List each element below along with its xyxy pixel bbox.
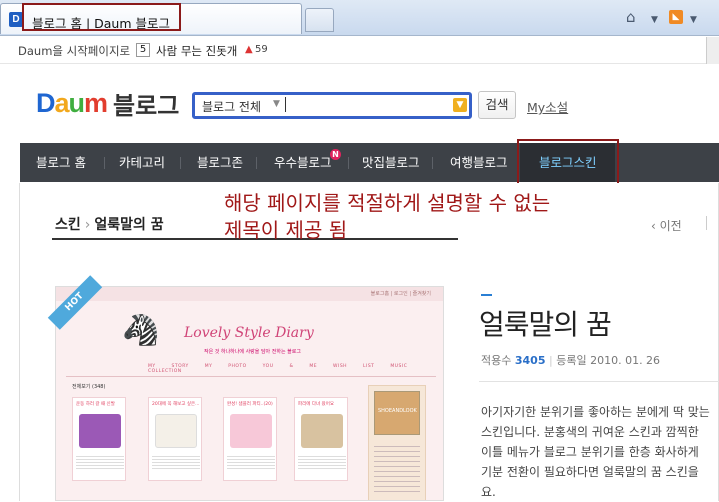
set-homepage-link[interactable]: Daum을 시작페이지로 bbox=[18, 43, 130, 59]
trend-count: 59 bbox=[255, 44, 268, 55]
breadcrumb-current: 얼룩말의 꿈 bbox=[94, 217, 164, 233]
new-badge: N bbox=[330, 149, 341, 160]
preview-title: Lovely Style Diary bbox=[184, 325, 314, 341]
portal-bar: Daum을 시작페이지로 5 사람 무는 진돗개 ▲ 59 bbox=[0, 37, 719, 64]
register-date: 2010. 01. 26 bbox=[590, 354, 661, 367]
nav-item-travel-blog[interactable]: 여행블로그 bbox=[450, 143, 508, 182]
nav-item-best-blog[interactable]: 우수블로그 bbox=[274, 143, 332, 182]
preview-card-image bbox=[79, 414, 121, 448]
title-accent-bar bbox=[481, 294, 492, 296]
meta-divider bbox=[479, 381, 719, 382]
preview-card: 파리에 다녀 왔어요 bbox=[294, 397, 348, 481]
dropdown-arrow-icon[interactable]: ▼ bbox=[690, 11, 697, 29]
skin-description: 아기자기한 분위기를 좋아하는 분에게 딱 맞는 스킨입니다. 분홍색의 귀여운… bbox=[481, 402, 719, 502]
dropdown-arrow-icon[interactable]: ▼ bbox=[651, 11, 658, 29]
preview-card-text bbox=[298, 454, 346, 470]
preview-menu-item: MY PHOTO bbox=[204, 364, 247, 369]
daum-logo-a: a bbox=[54, 87, 70, 118]
scrollbar[interactable] bbox=[706, 37, 719, 64]
preview-list-heading: 전체보기 (348) bbox=[72, 384, 106, 390]
preview-card-image bbox=[230, 414, 272, 448]
preview-divider bbox=[66, 376, 436, 377]
nav-item-food-blog[interactable]: 맛집블로그 bbox=[362, 143, 420, 182]
nav-item-category[interactable]: 카테고리 bbox=[119, 143, 165, 182]
search-input[interactable]: 블로그 전체 ▼ ▼ bbox=[192, 92, 472, 119]
trending-keyword-link[interactable]: 사람 무는 진돗개 bbox=[156, 43, 237, 59]
preview-top-nav: 블로그홈 | 로그인 | 즐겨찾기 bbox=[370, 291, 431, 297]
description-line: 이틀 메뉴가 블로그 분위기를 한층 화사하게 bbox=[481, 445, 699, 459]
annotation-highlight-tab bbox=[22, 3, 181, 31]
preview-side-label: SHOEANDLOOK bbox=[378, 408, 417, 414]
search-scope-select[interactable]: 블로그 전체 bbox=[202, 98, 261, 115]
skin-meta: 적용수 3405 | 등록일 2010. 01. 26 bbox=[481, 354, 661, 367]
preview-menu-item: YOU & ME bbox=[262, 364, 318, 369]
preview-side-text bbox=[374, 442, 420, 492]
daum-blog-logo[interactable]: D a u m 블로그 bbox=[36, 87, 180, 120]
breadcrumb-skin-link[interactable]: 스킨 bbox=[55, 217, 81, 233]
preview-card-text bbox=[152, 454, 200, 470]
search-suggest-toggle-icon[interactable]: ▼ bbox=[453, 98, 467, 112]
preview-card: 완성! 샘플러 파티..(20) bbox=[223, 397, 277, 481]
preview-card-image bbox=[155, 414, 197, 448]
apply-count: 3405 bbox=[514, 354, 546, 367]
description-line: 요. bbox=[481, 485, 496, 499]
daum-logo-m: m bbox=[84, 87, 108, 118]
skin-title: 얼룩말의 꿈 bbox=[479, 308, 612, 341]
breadcrumb: 스킨 › 얼룩말의 꿈 bbox=[55, 214, 164, 234]
preview-card-text bbox=[76, 454, 124, 470]
description-line: 기분 전환이 필요하다면 얼룩말의 꿈 스킨을 bbox=[481, 465, 699, 479]
logo-blog-text: 블로그 bbox=[113, 91, 180, 120]
nav-divider bbox=[180, 157, 181, 169]
preview-card: 운동 하러 갈 때 신발 bbox=[72, 397, 126, 481]
annotation-line-2: 제목이 제공 됨 bbox=[224, 218, 348, 242]
preview-subtitle: 작은 것 하나하나에 사랑을 담아 전하는 블로그 bbox=[204, 349, 301, 355]
preview-sidebar: SHOEANDLOOK bbox=[368, 385, 426, 500]
preview-card-title: 운동 하러 갈 때 신발 bbox=[76, 402, 115, 407]
chevron-right-icon: › bbox=[84, 217, 91, 233]
preview-card: 20대에 꼭 해보고 싶은... bbox=[148, 397, 202, 481]
annotation-highlight-nav bbox=[517, 139, 619, 187]
preview-card-title: 파리에 다녀 왔어요 bbox=[298, 402, 334, 407]
trend-up-arrow-icon: ▲ bbox=[245, 44, 253, 55]
my-novel-link[interactable]: My소설 bbox=[527, 97, 568, 116]
rss-icon[interactable]: ◣ bbox=[669, 10, 683, 24]
preview-card-title: 완성! 샘플러 파티..(20) bbox=[227, 402, 273, 407]
nav-divider bbox=[256, 157, 257, 169]
daum-logo-u: u bbox=[68, 87, 85, 118]
daum-logo-d: D bbox=[36, 87, 55, 118]
preview-side-card: SHOEANDLOOK bbox=[374, 391, 420, 435]
preview-card-title: 20대에 꼭 해보고 싶은... bbox=[152, 402, 200, 407]
daum-favicon-icon: D bbox=[9, 12, 23, 27]
annotation-line-1: 해당 페이지를 적절하게 설명할 수 없는 bbox=[224, 191, 551, 215]
nav-divider bbox=[104, 157, 105, 169]
preview-menu: MY STORY MY PHOTO YOU & ME WISH LIST MUS… bbox=[148, 364, 408, 374]
pager-divider bbox=[706, 216, 707, 230]
new-tab-button[interactable] bbox=[305, 8, 334, 32]
pegasus-icon: 🦓 bbox=[122, 313, 160, 348]
search-button[interactable]: 검색 bbox=[478, 91, 516, 119]
chevron-down-icon[interactable]: ▼ bbox=[273, 99, 280, 109]
apply-count-label: 적용수 bbox=[481, 354, 512, 367]
text-caret bbox=[285, 97, 286, 112]
preview-card-image bbox=[301, 414, 343, 448]
annotation-note: 해당 페이지를 적절하게 설명할 수 없는 제목이 제공 됨 bbox=[224, 190, 550, 244]
skin-preview-image[interactable]: 블로그홈 | 로그인 | 즐겨찾기 🦓 Lovely Style Diary 작… bbox=[55, 286, 444, 501]
nav-item-blog-home[interactable]: 블로그 홈 bbox=[36, 143, 86, 182]
rank-badge: 5 bbox=[136, 43, 150, 57]
nav-divider bbox=[348, 157, 349, 169]
nav-item-blogzone[interactable]: 블로그존 bbox=[197, 143, 243, 182]
nav-divider bbox=[432, 157, 433, 169]
preview-topbar: 블로그홈 | 로그인 | 즐겨찾기 bbox=[56, 287, 443, 301]
prev-skin-link[interactable]: ‹ 이전 bbox=[651, 217, 682, 234]
description-line: 스킨입니다. 분홍색의 귀여운 스킨과 깜찍한 bbox=[481, 425, 699, 439]
home-icon[interactable]: ⌂ bbox=[626, 8, 636, 26]
preview-menu-item: WISH LIST bbox=[333, 364, 375, 369]
description-line: 아기자기한 분위기를 좋아하는 분에게 딱 맞는 bbox=[481, 405, 710, 419]
preview-card-text bbox=[227, 454, 275, 470]
date-label: 등록일 bbox=[556, 354, 587, 367]
